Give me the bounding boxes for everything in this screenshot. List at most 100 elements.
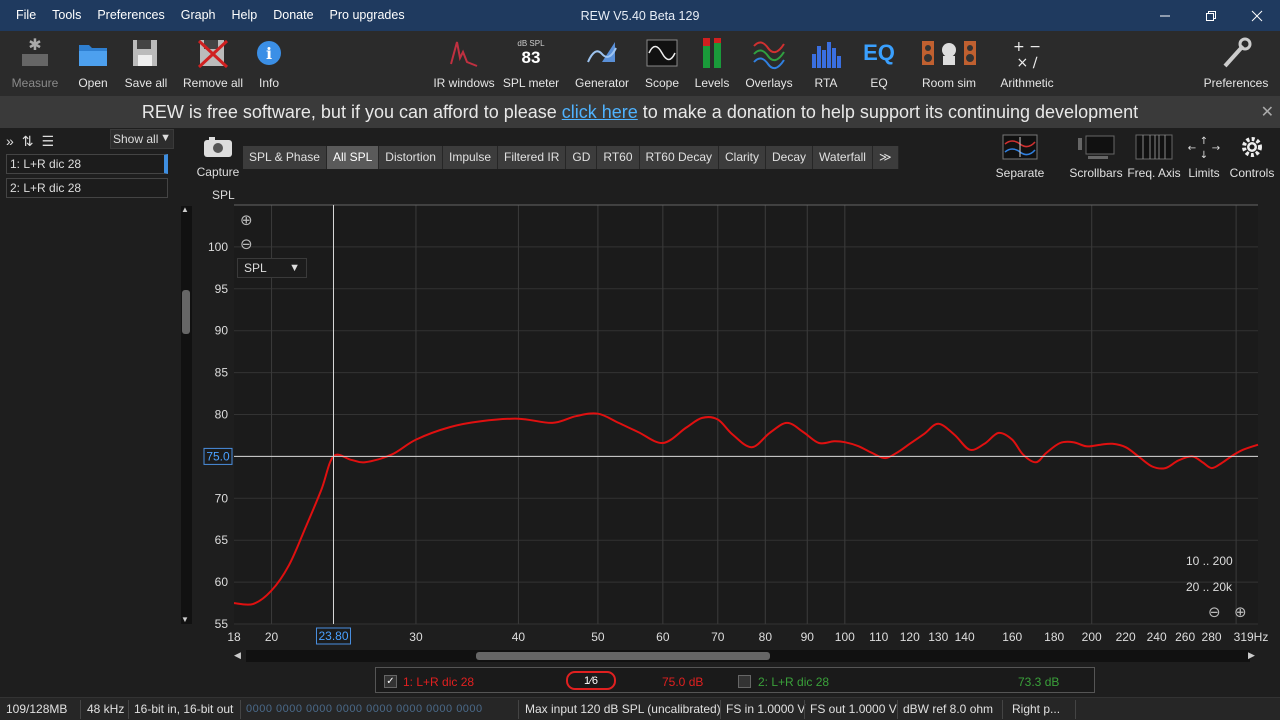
x-tick-label: 110 [869,630,888,644]
vertical-scrollbar[interactable] [181,206,192,624]
tab-rt60-decay[interactable]: RT60 Decay [639,146,719,169]
menu-graph[interactable]: Graph [173,0,224,31]
menu-file[interactable]: File [8,0,44,31]
output-channel-status[interactable]: Right p... [1012,698,1060,720]
limits-icon: ↑ ↓ ← → [1188,136,1220,160]
show-all-select[interactable]: Show all ▼ [110,129,174,149]
scroll-left-icon[interactable]: ◀ [234,650,241,661]
save-all-button[interactable]: Save all [122,35,170,95]
eq-button[interactable]: EQ EQ [858,35,900,95]
menu-help[interactable]: Help [224,0,266,31]
svg-text:i: i [266,44,272,63]
room-sim-label: Room sim [921,76,976,90]
scroll-down-icon[interactable]: ▼ [181,615,189,624]
menu-pro-upgrades[interactable]: Pro upgrades [322,0,413,31]
room-sim-button[interactable]: Room sim [918,35,980,95]
status-divider [720,700,721,719]
spl-meter-label: SPL meter [502,76,560,90]
scope-button[interactable]: Scope [642,35,682,95]
y-axis-selector[interactable]: SPL ▼ [237,258,307,278]
tab-gd[interactable]: GD [566,146,598,169]
controls-button[interactable]: Controls [1226,134,1278,180]
zoom-in-horizontal-icon[interactable]: ⊕ [1234,603,1247,621]
tab-distortion[interactable]: Distortion [379,146,443,169]
generator-label: Generator [574,76,630,90]
status-divider [80,700,81,719]
tab-all-spl[interactable]: All SPL [326,146,380,169]
generator-button[interactable]: Generator [572,35,632,95]
remove-all-button[interactable]: Remove all [182,35,244,95]
bit-depth-status: 16-bit in, 16-bit out [134,702,234,716]
tab-clarity[interactable]: Clarity [719,146,767,169]
range-10-200-button[interactable]: 10 .. 200 [1186,554,1233,568]
info-button[interactable]: i Info [252,35,286,95]
measurement-item-2[interactable]: 2: L+R dic 28 [6,178,168,198]
tab-rt60[interactable]: RT60 [597,146,640,169]
menu-preferences[interactable]: Preferences [89,0,172,31]
overlays-button[interactable]: Overlays [742,35,796,95]
separate-button[interactable]: Separate [994,134,1046,180]
status-divider [128,700,129,719]
menu-icon[interactable]: ☰ [42,133,55,150]
scrollbars-button[interactable]: Scrollbars [1064,134,1128,180]
minimize-button[interactable] [1142,0,1188,31]
capture-button[interactable]: Capture [196,136,240,182]
donate-link[interactable]: click here [562,102,638,123]
horizontal-scrollbar[interactable] [246,650,1250,662]
levels-button[interactable]: Levels [692,35,732,95]
freq-axis-button[interactable]: Freq. Axis [1126,134,1182,180]
ir-windows-icon [446,35,482,71]
vertical-scroll-thumb[interactable] [182,290,190,334]
y-tick-label: 70 [215,491,229,505]
status-divider [804,700,805,719]
tab-decay[interactable]: Decay [766,146,814,169]
tab-more[interactable]: ≫ [872,146,899,169]
banner-close-icon[interactable]: ✕ [1261,102,1274,122]
menu-tools[interactable]: Tools [44,0,89,31]
range-20-20k-button[interactable]: 20 .. 20k [1186,580,1232,594]
measure-label: Measure [11,76,59,90]
rta-button[interactable]: RTA [806,35,846,95]
memory-status[interactable]: 109/128MB [6,698,67,720]
smoothing-badge[interactable]: 1⁄6 [566,671,616,690]
maximize-button[interactable] [1188,0,1234,31]
menu-donate[interactable]: Donate [265,0,321,31]
open-button[interactable]: Open [72,35,114,95]
close-button[interactable] [1234,0,1280,31]
controls-label: Controls [1229,166,1275,180]
preferences-button[interactable]: Preferences [1200,35,1272,95]
trace-1-value: 75.0 dB [662,675,704,689]
zoom-out-horizontal-icon[interactable]: ⊖ [1208,603,1221,621]
measurement-item-1[interactable]: 1: L+R dic 28 [6,154,168,174]
room-sim-icon [919,35,979,71]
trace-2-checkbox[interactable] [738,675,751,688]
separate-icon [1002,134,1038,160]
tab-waterfall[interactable]: Waterfall [813,146,873,169]
tab-impulse[interactable]: Impulse [442,146,499,169]
sort-icon[interactable]: ⇅ [22,133,34,150]
expand-icon[interactable]: » [6,133,14,149]
camera-icon [204,137,232,157]
limits-button[interactable]: ↑ ↓ ← → Limits [1184,134,1224,180]
spl-meter-button[interactable]: dB SPL 83 SPL meter [502,35,560,95]
scroll-up-icon[interactable]: ▲ [181,205,189,214]
x-tick-label: 20 [265,630,279,644]
ir-windows-button[interactable]: IR windows [432,35,496,95]
y-tick-label: 90 [215,324,229,338]
arithmetic-label: Arithmetic [1000,76,1054,90]
measure-button[interactable]: ✱ Measure [10,35,60,95]
scroll-right-icon[interactable]: ▶ [1248,650,1255,661]
arithmetic-button[interactable]: + − × ∕ Arithmetic [996,35,1058,95]
zoom-out-vertical-icon[interactable]: ⊖ [240,235,253,253]
tab-filtered-ir[interactable]: Filtered IR [498,146,567,169]
window-controls [1142,0,1280,31]
spl-graph[interactable]: 55 60 65 70 80 85 90 95 100 18 20 30 40 50 60 70 80 90 100… [192,196,1280,646]
zoom-in-vertical-icon[interactable]: ⊕ [240,211,253,229]
level-indicators: 0000 0000 0000 0000 0000 0000 0000 0000 [246,703,483,715]
eq-icon: EQ [863,40,895,65]
horizontal-scroll-thumb[interactable] [476,652,770,660]
y-tick-label: 60 [215,575,229,589]
trace-1-checkbox[interactable]: ✓ [384,675,397,688]
tab-spl-phase[interactable]: SPL & Phase [243,146,327,169]
x-tick-label: 90 [801,630,815,644]
